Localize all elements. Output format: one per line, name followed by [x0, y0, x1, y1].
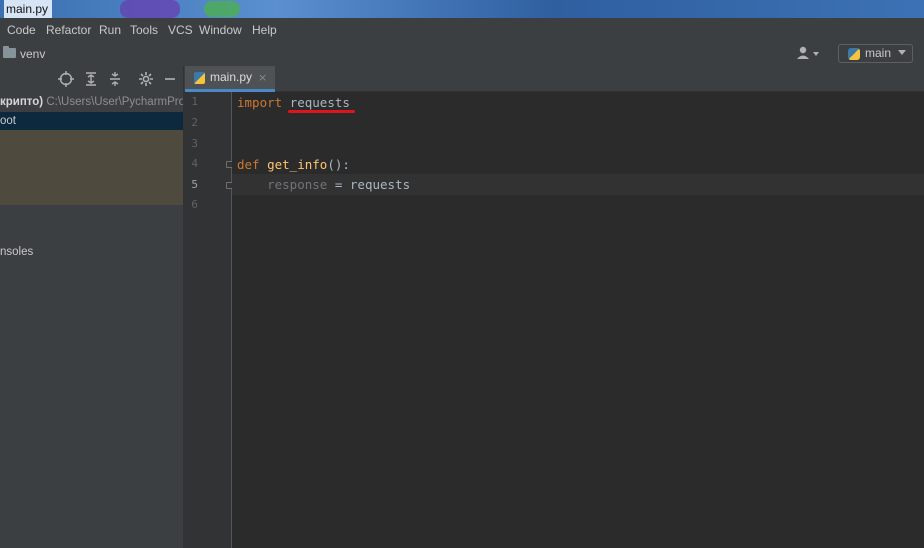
project-root-path: C:\Users\User\PycharmProje — [46, 96, 184, 108]
expand-all-icon[interactable] — [83, 71, 99, 87]
menu-run[interactable]: Run — [99, 18, 121, 42]
assignment-expression: = requests — [334, 177, 411, 192]
editor-gutter: 1 2 3 4 5 6 — [184, 92, 233, 548]
menu-tools[interactable]: Tools — [130, 18, 158, 42]
line-number: 1 — [191, 95, 198, 108]
code-line-5: response = requests — [237, 174, 410, 195]
function-name: get_info — [267, 157, 328, 172]
folder-icon — [3, 46, 16, 58]
close-icon[interactable]: × — [258, 66, 267, 89]
run-config-selector[interactable]: main — [838, 44, 913, 63]
project-tree-selected-item[interactable]: oot — [0, 112, 184, 130]
keyword-def: def — [237, 157, 260, 172]
line-number-active: 5 — [191, 178, 198, 191]
unused-variable: response — [267, 177, 328, 192]
editor-tab-bar: main.py × — [184, 66, 924, 92]
code-line-4: def get_info(): — [237, 154, 350, 175]
code-editor[interactable]: import requests def get_info(): response… — [232, 92, 924, 548]
minimize-icon[interactable] — [162, 71, 178, 87]
user-icon[interactable] — [796, 46, 822, 62]
taskbar-app-icon — [120, 0, 180, 18]
menu-bar: Code Refactor Run Tools VCS Window Help — [0, 18, 924, 42]
breadcrumb-venv[interactable]: venv — [20, 42, 45, 66]
menu-help[interactable]: Help — [252, 18, 277, 42]
red-underline-annotation — [288, 110, 355, 113]
menu-vcs[interactable]: VCS — [168, 18, 193, 42]
run-config-label: main — [865, 46, 892, 60]
project-tree-highlight — [0, 130, 184, 205]
menu-code[interactable]: Code — [7, 18, 36, 42]
tab-main-py[interactable]: main.py × — [185, 66, 275, 92]
line-number: 6 — [191, 198, 198, 211]
window-title: main.py — [4, 0, 53, 18]
function-parens: (): — [327, 157, 350, 172]
project-tree-consoles-item[interactable]: nsoles — [0, 243, 33, 261]
line-number: 3 — [191, 137, 198, 150]
menu-window[interactable]: Window — [199, 18, 242, 42]
project-root-item[interactable]: крипто) C:\Users\User\PycharmProje — [0, 92, 184, 112]
tab-label: main.py — [210, 70, 253, 84]
locate-icon[interactable] — [58, 71, 74, 87]
project-panel: крипто) C:\Users\User\PycharmProje oot n… — [0, 66, 184, 548]
title-bar: main.py — [0, 0, 924, 18]
python-file-icon — [194, 72, 205, 84]
navigation-bar: venv main — [0, 42, 924, 67]
project-toolbar — [0, 66, 184, 92]
python-icon — [848, 48, 860, 60]
gear-icon[interactable] — [138, 71, 154, 87]
whatsapp-icon — [204, 1, 240, 17]
line-number: 2 — [191, 116, 198, 129]
line-number: 4 — [191, 157, 198, 170]
collapse-all-icon[interactable] — [107, 71, 123, 87]
module-name: requests — [289, 95, 350, 110]
project-root-name: крипто) — [0, 96, 44, 108]
keyword-import: import — [237, 95, 283, 110]
menu-refactor[interactable]: Refactor — [46, 18, 91, 42]
chevron-down-icon — [898, 50, 906, 55]
